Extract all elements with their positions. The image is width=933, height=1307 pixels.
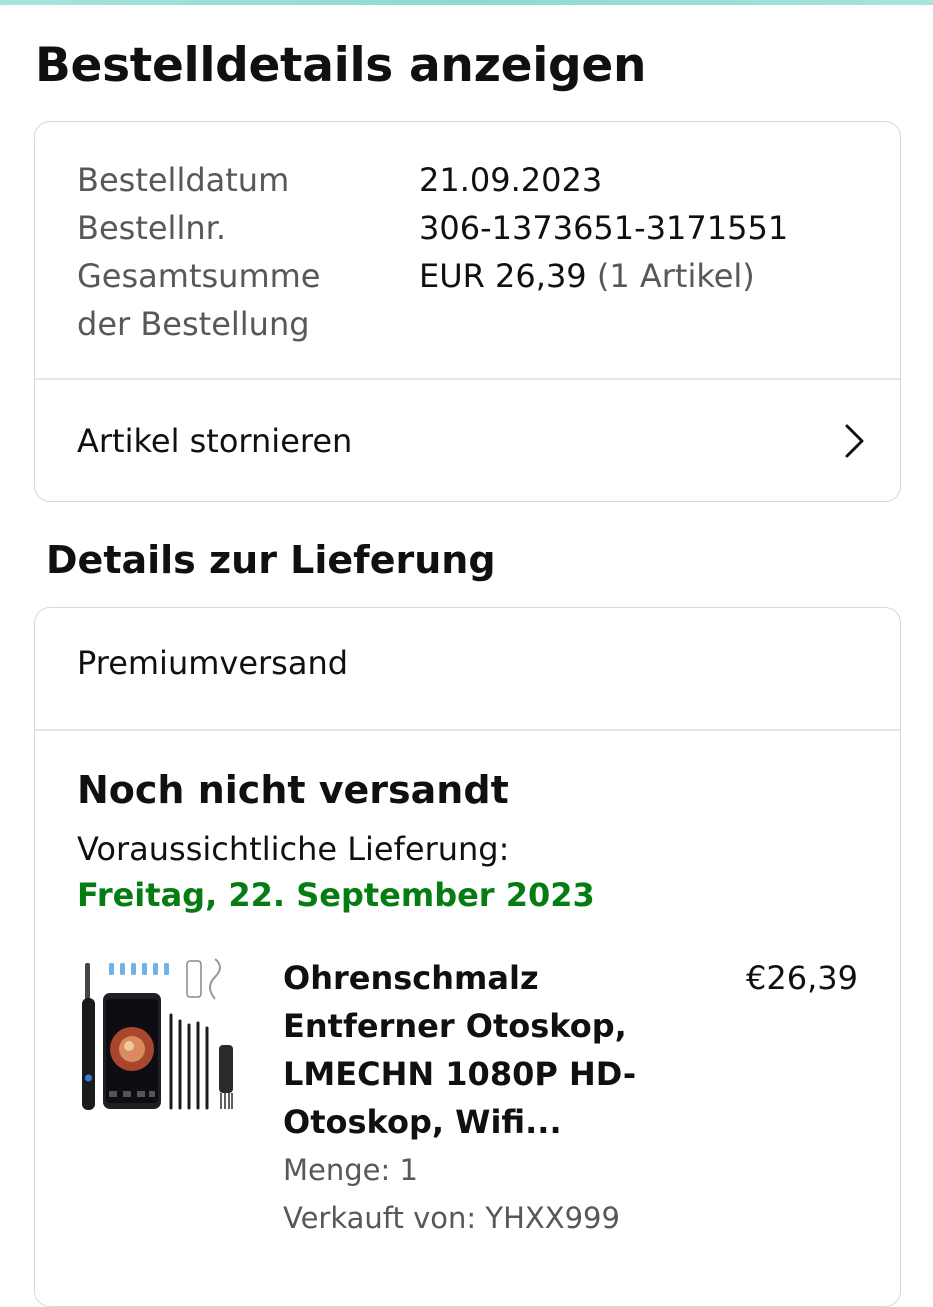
- cancel-items-row[interactable]: Artikel stornieren: [35, 379, 900, 501]
- chevron-right-icon: [845, 424, 864, 458]
- order-number-label: Bestellnr.: [77, 209, 226, 247]
- order-date-label: Bestelldatum: [77, 161, 290, 199]
- delivery-section-title: Details zur Lieferung: [46, 538, 496, 582]
- order-item-count: (1 Artikel): [596, 257, 755, 295]
- card-divider: [35, 729, 900, 731]
- order-summary-card: Bestelldatum 21.09.2023 Bestellnr. 306-1…: [34, 121, 901, 502]
- product-price: €26,39: [746, 959, 858, 997]
- order-date-value: 21.09.2023: [419, 161, 603, 199]
- shipment-status: Noch nicht versandt: [77, 768, 509, 812]
- eta-date: Freitag, 22. September 2023: [77, 876, 595, 914]
- order-total-value: EUR 26,39 (1 Artikel): [419, 252, 755, 348]
- product-title-link[interactable]: Ohrenschmalz Entferner Otoskop, LMECHN 1…: [283, 954, 683, 1146]
- product-image[interactable]: [79, 953, 241, 1123]
- product-seller: Verkauft von: YHXX999: [283, 1201, 620, 1235]
- order-date-row: Bestelldatum 21.09.2023: [77, 156, 877, 204]
- product-quantity: Menge: 1: [283, 1153, 418, 1187]
- shipping-method: Premiumversand: [77, 644, 349, 682]
- top-accent-bar: [0, 0, 933, 5]
- cancel-items-label: Artikel stornieren: [77, 422, 353, 460]
- order-total-label: Gesamtsumme der Bestellung: [77, 257, 321, 343]
- order-number-value: 306-1373651-3171551: [419, 209, 789, 247]
- order-total-row: Gesamtsumme der Bestellung EUR 26,39 (1 …: [77, 252, 877, 348]
- delivery-card: Premiumversand Noch nicht versandt Vorau…: [34, 607, 901, 1307]
- order-number-row: Bestellnr. 306-1373651-3171551: [77, 204, 877, 252]
- page-title: Bestelldetails anzeigen: [35, 38, 647, 93]
- order-summary: Bestelldatum 21.09.2023 Bestellnr. 306-1…: [77, 156, 877, 348]
- eta-label: Voraussichtliche Lieferung:: [77, 830, 510, 868]
- order-total-amount: EUR 26,39: [419, 257, 587, 295]
